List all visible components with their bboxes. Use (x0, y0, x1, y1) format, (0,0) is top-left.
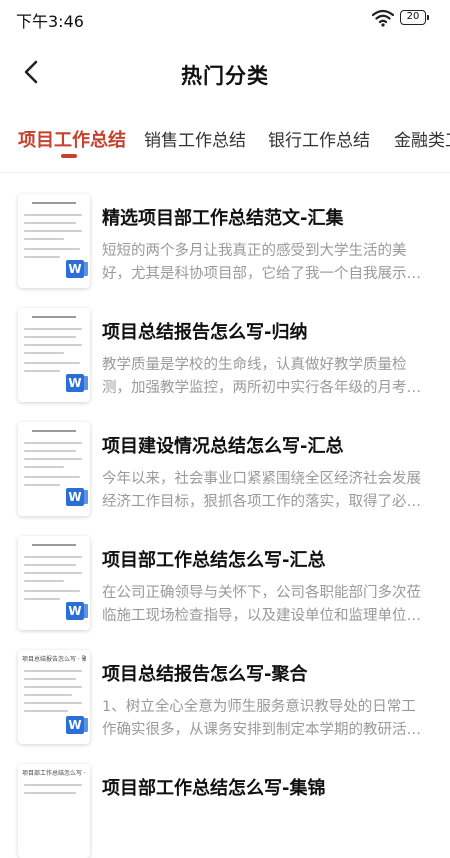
document-thumbnail: W (18, 422, 90, 516)
thumb-text-line (24, 484, 60, 486)
list-item[interactable]: W 项目建设情况总结怎么写-汇总 今年以来，社会事业口紧紧围绕全区经济社会发展经… (0, 416, 450, 516)
document-thumbnail: W (18, 536, 90, 630)
thumb-text-line (24, 590, 80, 592)
thumb-text-line (24, 352, 64, 354)
thumb-text-line (24, 686, 82, 688)
thumb-text-line (24, 336, 76, 338)
thumb-text-line (24, 564, 76, 566)
thumb-text-line (24, 556, 82, 558)
item-description: 今年以来，社会事业口紧紧围绕全区经济社会发展经济工作目标，狠抓各项工作的落实，取… (102, 471, 421, 510)
item-title: 项目总结报告怎么写-聚合 (102, 664, 308, 685)
thumb-text-line (24, 466, 64, 468)
item-description: 教学质量是学校的生命线，认真做好教学质量检测，加强教学监控，两所初中实行各年级的… (102, 357, 421, 396)
thumb-text-line (24, 442, 82, 444)
thumb-title: 项目部工作总结怎么写 · 集锦 (22, 770, 86, 777)
status-bar: 下午3:46 20 (0, 0, 450, 36)
thumb-title-line (32, 316, 76, 318)
battery-icon: 20 (400, 10, 429, 25)
list-item[interactable]: W 精选项目部工作总结范文-汇集 短短的两个多月让我真正的感受到大学生活的美好，… (0, 188, 450, 288)
thumb-title-line (32, 202, 76, 204)
list-item[interactable]: W 项目总结报告怎么写-归纳 教学质量是学校的生命线，认真做好教学质量检测，加强… (0, 302, 450, 402)
thumb-text-line (24, 792, 76, 794)
thumb-text-line (24, 370, 60, 372)
thumb-text-line (24, 458, 82, 460)
document-thumbnail: W (18, 308, 90, 402)
thumb-text-line (24, 572, 82, 574)
item-description: 1、树立全心全意为师生服务意识教导处的日常工作确实很多，从课务安排到制定本学期的… (102, 699, 416, 738)
document-thumbnail: 项目部工作总结怎么写 · 集锦 (18, 764, 90, 858)
thumb-text-line (24, 344, 82, 346)
thumb-title-line (32, 430, 76, 432)
item-title: 项目部工作总结怎么写-集锦 (102, 778, 326, 799)
word-doc-icon: W (66, 488, 88, 506)
tab-project-summary[interactable]: 项目工作总结 (18, 126, 126, 152)
header: 热门分类 (0, 44, 450, 104)
item-title: 项目部工作总结怎么写-汇总 (102, 550, 326, 571)
page-title: 热门分类 (181, 64, 269, 88)
thumb-text-line (24, 248, 80, 250)
thumb-title-line (32, 544, 76, 546)
thumb-text-line (24, 678, 76, 680)
item-description: 短短的两个多月让我真正的感受到大学生活的美好，尤其是科协项目部，它给了我一个自我… (102, 243, 421, 282)
thumb-text-line (24, 598, 60, 600)
thumb-text-line (24, 328, 82, 330)
thumb-text-line (24, 580, 64, 582)
document-thumbnail: 项目总结报告怎么写 · 聚合 W (18, 650, 90, 744)
thumb-text-line (24, 256, 60, 258)
thumb-text-line (24, 702, 82, 704)
item-title: 精选项目部工作总结范文-汇集 (102, 208, 344, 229)
word-doc-icon: W (66, 374, 88, 392)
word-doc-icon: W (66, 716, 88, 734)
list-item[interactable]: 项目部工作总结怎么写 · 集锦 项目部工作总结怎么写-集锦 (0, 758, 450, 858)
category-tabs: 项目工作总结 销售工作总结 银行工作总结 金融类工 (0, 118, 450, 174)
thumb-text-line (24, 362, 80, 364)
document-thumbnail: W (18, 194, 90, 288)
tab-bank-summary[interactable]: 银行工作总结 (268, 126, 370, 151)
list-item[interactable]: W 项目部工作总结怎么写-汇总 在公司正确领导与关怀下，公司各职能部门多次莅临施… (0, 530, 450, 630)
word-doc-icon: W (66, 260, 88, 278)
thumb-text-line (24, 710, 68, 712)
thumb-text-line (24, 670, 82, 672)
thumb-text-line (24, 784, 82, 786)
wifi-icon (372, 9, 394, 27)
tab-finance-summary[interactable]: 金融类工 (394, 126, 450, 151)
tab-sales-summary[interactable]: 销售工作总结 (144, 126, 246, 151)
thumb-text-line (24, 476, 80, 478)
thumb-text-line (24, 222, 76, 224)
tabs-divider (0, 172, 450, 173)
active-tab-indicator (61, 154, 77, 158)
thumb-text-line (24, 214, 82, 216)
item-title: 项目建设情况总结怎么写-汇总 (102, 436, 344, 457)
thumb-title: 项目总结报告怎么写 · 聚合 (22, 656, 86, 663)
status-time: 下午3:46 (16, 12, 84, 31)
item-title: 项目总结报告怎么写-归纳 (102, 322, 308, 343)
thumb-text-line (24, 238, 64, 240)
battery-level: 20 (406, 11, 420, 22)
word-doc-icon: W (66, 602, 88, 620)
item-description: 在公司正确领导与关怀下，公司各职能部门多次莅临施工现场检查指导，以及建设单位和监… (102, 585, 421, 624)
thumb-text-line (24, 450, 76, 452)
thumb-text-line (24, 694, 72, 696)
thumb-text-line (24, 230, 82, 232)
list-item[interactable]: 项目总结报告怎么写 · 聚合 W 项目总结报告怎么写-聚合 1、树立全心全意为师… (0, 644, 450, 744)
